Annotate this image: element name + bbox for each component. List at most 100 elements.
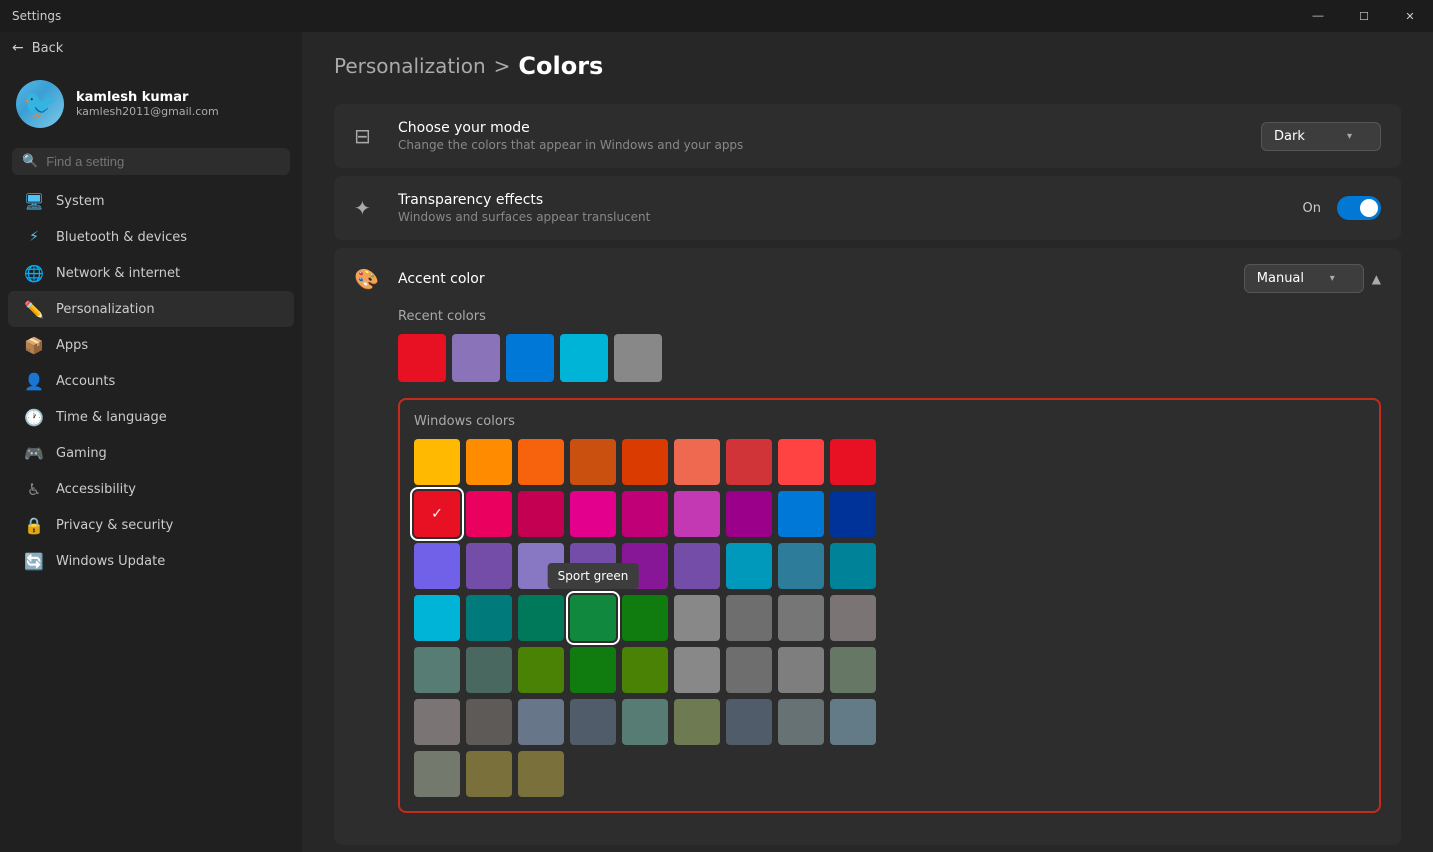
win-swatch[interactable] xyxy=(622,543,668,589)
sidebar-item-network[interactable]: 🌐 Network & internet xyxy=(8,255,294,291)
win-swatch[interactable] xyxy=(414,595,460,641)
mode-dropdown[interactable]: Dark ▾ xyxy=(1261,122,1381,151)
sidebar-item-bluetooth[interactable]: ⚡ Bluetooth & devices xyxy=(8,219,294,255)
win-swatch[interactable] xyxy=(830,595,876,641)
win-swatch[interactable] xyxy=(622,699,668,745)
close-button[interactable]: ✕ xyxy=(1387,0,1433,32)
win-swatch[interactable] xyxy=(726,699,772,745)
sidebar-item-gaming[interactable]: 🎮 Gaming xyxy=(8,435,294,471)
sidebar-item-accounts[interactable]: 👤 Accounts xyxy=(8,363,294,399)
win-swatch[interactable] xyxy=(674,439,720,485)
win-swatch[interactable] xyxy=(414,543,460,589)
win-swatch[interactable] xyxy=(778,647,824,693)
sidebar-item-privacy[interactable]: 🔒 Privacy & security xyxy=(8,507,294,543)
win-swatch[interactable] xyxy=(518,699,564,745)
win-swatch[interactable] xyxy=(570,647,616,693)
sidebar-item-accessibility[interactable]: ♿ Accessibility xyxy=(8,471,294,507)
win-swatch[interactable] xyxy=(674,647,720,693)
win-swatch[interactable] xyxy=(466,647,512,693)
win-swatch[interactable] xyxy=(414,699,460,745)
transparency-toggle-row: On xyxy=(1303,196,1381,220)
win-swatch[interactable] xyxy=(466,595,512,641)
win-swatch[interactable] xyxy=(830,491,876,537)
titlebar: Settings — ☐ ✕ xyxy=(0,0,1433,32)
win-swatch[interactable] xyxy=(622,491,668,537)
maximize-button[interactable]: ☐ xyxy=(1341,0,1387,32)
win-swatch[interactable] xyxy=(414,751,460,797)
win-swatch[interactable] xyxy=(830,439,876,485)
recent-colors-swatches xyxy=(398,334,1381,382)
win-swatch[interactable] xyxy=(674,595,720,641)
recent-swatch-4[interactable] xyxy=(614,334,662,382)
win-swatch[interactable] xyxy=(466,751,512,797)
win-swatch-sport-green[interactable] xyxy=(570,595,616,641)
win-swatch[interactable] xyxy=(518,595,564,641)
back-row[interactable]: ← Back xyxy=(0,32,302,64)
sidebar-item-label: System xyxy=(56,194,104,209)
win-swatch-selected[interactable] xyxy=(414,491,460,537)
recent-swatch-2[interactable] xyxy=(506,334,554,382)
win-swatch[interactable] xyxy=(518,439,564,485)
win-swatch[interactable] xyxy=(778,543,824,589)
gaming-icon: 🎮 xyxy=(24,443,44,463)
mode-control: Dark ▾ xyxy=(1261,122,1381,151)
sidebar-item-update[interactable]: 🔄 Windows Update xyxy=(8,543,294,579)
chevron-up-icon[interactable]: ▲ xyxy=(1372,272,1381,286)
win-swatch[interactable] xyxy=(674,543,720,589)
win-swatch[interactable] xyxy=(622,595,668,641)
win-swatch[interactable] xyxy=(830,647,876,693)
windows-colors-label: Windows colors xyxy=(414,414,1365,429)
win-swatch[interactable] xyxy=(518,491,564,537)
win-swatch[interactable] xyxy=(726,543,772,589)
sport-green-container: Sport green xyxy=(570,595,616,641)
recent-swatch-3[interactable] xyxy=(560,334,608,382)
transparency-subtitle: Windows and surfaces appear translucent xyxy=(398,210,1287,224)
win-swatch[interactable] xyxy=(778,699,824,745)
recent-swatch-1[interactable] xyxy=(452,334,500,382)
win-swatch[interactable] xyxy=(674,491,720,537)
win-swatch[interactable] xyxy=(518,751,564,797)
win-swatch[interactable] xyxy=(570,439,616,485)
win-swatch[interactable] xyxy=(726,439,772,485)
search-box[interactable]: 🔍 xyxy=(12,148,290,175)
win-swatch[interactable] xyxy=(466,439,512,485)
win-swatch[interactable] xyxy=(414,439,460,485)
transparency-toggle[interactable] xyxy=(1337,196,1381,220)
sidebar-item-apps[interactable]: 📦 Apps xyxy=(8,327,294,363)
win-swatch[interactable] xyxy=(778,439,824,485)
win-swatch[interactable] xyxy=(414,647,460,693)
win-swatch[interactable] xyxy=(778,595,824,641)
sidebar-item-personalization[interactable]: ✏️ Personalization xyxy=(8,291,294,327)
win-swatch[interactable] xyxy=(466,699,512,745)
win-swatch[interactable] xyxy=(674,699,720,745)
color-row-6 xyxy=(414,751,1365,797)
win-swatch[interactable] xyxy=(518,543,564,589)
titlebar-title: Settings xyxy=(12,9,61,23)
color-row-0 xyxy=(414,439,1365,485)
accent-dropdown[interactable]: Manual ▾ xyxy=(1244,264,1364,293)
mode-setting-row: ⊟ Choose your mode Change the colors tha… xyxy=(334,104,1401,168)
win-swatch[interactable] xyxy=(778,491,824,537)
minimize-button[interactable]: — xyxy=(1295,0,1341,32)
win-swatch[interactable] xyxy=(726,647,772,693)
win-swatch[interactable] xyxy=(466,543,512,589)
win-swatch[interactable] xyxy=(622,647,668,693)
titlebar-controls: — ☐ ✕ xyxy=(1295,0,1433,32)
win-swatch[interactable] xyxy=(726,595,772,641)
transparency-icon: ✦ xyxy=(354,196,382,220)
sidebar-item-system[interactable]: 🖥 System xyxy=(8,183,294,219)
win-swatch[interactable] xyxy=(830,543,876,589)
win-swatch[interactable] xyxy=(466,491,512,537)
win-swatch[interactable] xyxy=(726,491,772,537)
sidebar-item-time[interactable]: 🕐 Time & language xyxy=(8,399,294,435)
win-swatch[interactable] xyxy=(830,699,876,745)
win-swatch[interactable] xyxy=(622,439,668,485)
accent-controls: Manual ▾ ▲ xyxy=(1244,264,1381,293)
accent-icon: 🎨 xyxy=(354,267,382,291)
win-swatch[interactable] xyxy=(518,647,564,693)
win-swatch[interactable] xyxy=(570,699,616,745)
win-swatch[interactable] xyxy=(570,543,616,589)
win-swatch[interactable] xyxy=(570,491,616,537)
search-input[interactable] xyxy=(46,154,280,169)
recent-swatch-0[interactable] xyxy=(398,334,446,382)
